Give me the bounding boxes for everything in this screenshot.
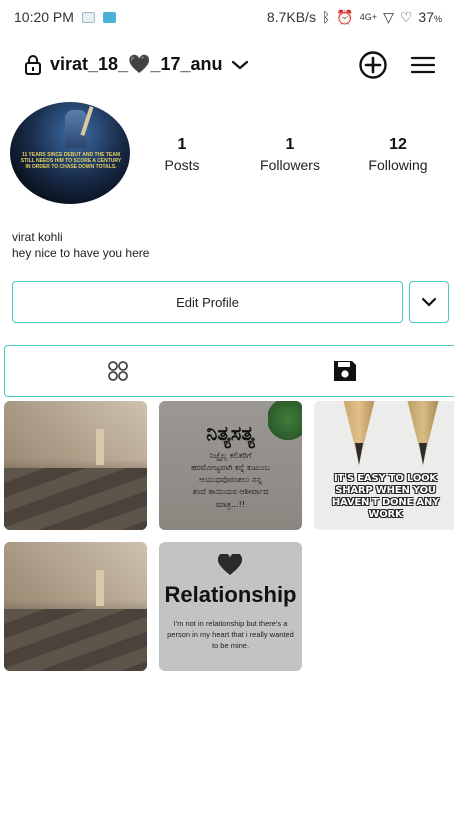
post-kannada-title: ನಿತ್ಯಸತ್ಯ: [206, 421, 255, 445]
post-tile[interactable]: IT'S EASY TO LOOK SHARP WHEN YOU HAVEN'T…: [314, 401, 454, 530]
post-image-table-leg: [96, 570, 104, 606]
avatar-caption: 11 YEARS SINCE DEBUT AND THE TEAM STILL …: [20, 152, 122, 170]
network-type: 4G+: [359, 12, 378, 22]
chevron-down-icon: [231, 60, 248, 69]
profile-header: virat_18_🖤_17_anu: [0, 46, 454, 86]
stat-following-label: Following: [368, 157, 428, 173]
battery-level: 37%: [418, 9, 442, 25]
stat-posts-value: 1: [177, 136, 187, 153]
chevron-down-icon: [421, 297, 437, 307]
post-image-floor: [4, 609, 147, 671]
stat-following-value: 12: [389, 136, 407, 153]
stat-following[interactable]: 12 Following: [362, 136, 434, 173]
post-relationship-quote: I'm not in relationship but there's a pe…: [167, 619, 294, 650]
black-heart-icon: [217, 554, 243, 575]
add-circle-icon[interactable]: [358, 50, 388, 80]
stat-followers[interactable]: 1 Followers: [254, 136, 326, 173]
lock-icon: [25, 54, 41, 75]
wifi-icon: ▽: [383, 8, 394, 25]
post-kannada-line: ಆಯುಧವೊರಂತಲು ನನ್ನ: [199, 475, 262, 484]
profile-bio: hey nice to have you here: [12, 246, 150, 260]
avatar[interactable]: 11 YEARS SINCE DEBUT AND THE TEAM STILL …: [10, 102, 130, 204]
notification-icon: [81, 11, 95, 23]
stat-followers-label: Followers: [260, 157, 320, 173]
post-tile[interactable]: ನಿತ್ಯಸತ್ಯ ನಿಜ್ಜೈಲ್ಲ ಕಲಿತರಿಗೆ ಹರಮೋಜ್ಯವಾಗಿ…: [159, 401, 302, 530]
status-bar: 10:20 PM 8.7KB/s ᛒ ⏰ 4G+ ▽ ♡ 37%: [0, 0, 454, 34]
network-speed: 8.7KB/s: [266, 9, 316, 25]
post-kannada-line: ತಂದೆ ತಾಯಿಯರ ಆಶೀರ್ವಾದ: [192, 487, 269, 496]
post-tile[interactable]: [4, 542, 147, 671]
stat-posts[interactable]: 1 Posts: [160, 136, 204, 173]
post-kannada-line: ಹರಮೋಜ್ಯವಾಗಿ ಕನ್ನೆ ಕುಟುಂಬ: [191, 463, 270, 472]
grid-icon: [108, 361, 129, 381]
post-kannada-line: ನಿಜ್ಜೈಲ್ಲ ಕಲಿತರಿಗೆ: [209, 451, 252, 460]
post-image-floor: [4, 468, 147, 530]
edit-profile-button[interactable]: Edit Profile: [12, 281, 403, 323]
tab-grid[interactable]: [5, 346, 232, 396]
username: virat_18_🖤_17_anu: [50, 54, 223, 74]
post-image-pencil-tip: [419, 443, 427, 465]
post-image-pencil-tip: [355, 443, 363, 465]
battery-icon: ♡: [399, 8, 413, 25]
post-image-shade: [4, 401, 147, 472]
post-tile[interactable]: Relationship I'm not in relationship but…: [159, 542, 302, 671]
post-image-table-leg: [96, 429, 104, 465]
status-time: 10:20 PM: [14, 9, 74, 25]
post-pencil-quote: IT'S EASY TO LOOK SHARP WHEN YOU HAVEN'T…: [331, 473, 440, 520]
alarm-icon: ⏰: [336, 8, 354, 25]
post-image-shade: [4, 542, 147, 613]
stat-posts-label: Posts: [164, 157, 200, 173]
bluetooth-icon: ᛒ: [321, 9, 331, 25]
app-notification-icon: [102, 11, 116, 23]
account-switcher[interactable]: virat_18_🖤_17_anu: [24, 54, 249, 75]
save-icon: [333, 361, 356, 381]
post-relationship-title: Relationship: [164, 582, 297, 607]
suggestions-dropdown-button[interactable]: [409, 281, 449, 323]
profile-name: virat kohli: [12, 230, 63, 244]
post-tile[interactable]: [4, 401, 147, 530]
menu-icon[interactable]: [410, 54, 436, 76]
post-kannada-line: ಮಾತ್ರ...!!: [215, 500, 246, 509]
tab-saved[interactable]: [232, 346, 454, 396]
stat-followers-value: 1: [285, 136, 295, 153]
profile-tabs: [4, 345, 454, 397]
